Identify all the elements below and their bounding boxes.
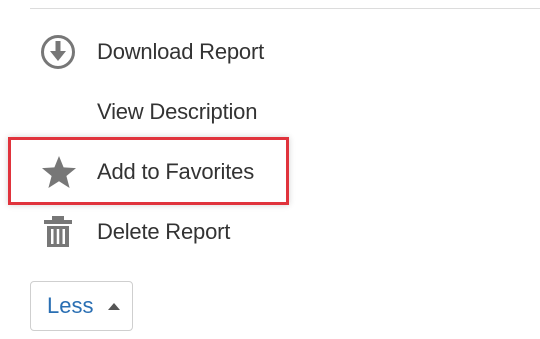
download-icon	[40, 32, 84, 72]
delete-report-menu-item[interactable]: Delete Report	[40, 212, 230, 252]
add-to-favorites-label: Add to Favorites	[97, 159, 254, 184]
top-divider	[30, 8, 540, 9]
view-description-menu-item[interactable]: View Description	[40, 92, 257, 132]
download-report-label: Download Report	[97, 39, 264, 64]
trash-icon	[40, 212, 84, 252]
less-toggle-button[interactable]: Less	[30, 281, 133, 331]
view-description-label: View Description	[97, 99, 258, 124]
less-label: Less	[47, 293, 94, 318]
star-icon	[40, 152, 84, 192]
add-to-favorites-menu-item[interactable]: Add to Favorites	[40, 152, 254, 192]
report-actions-panel: Download Report View Description Add to …	[0, 0, 540, 339]
download-report-menu-item[interactable]: Download Report	[40, 32, 264, 72]
caret-up-icon	[107, 302, 121, 311]
delete-report-label: Delete Report	[97, 219, 231, 244]
